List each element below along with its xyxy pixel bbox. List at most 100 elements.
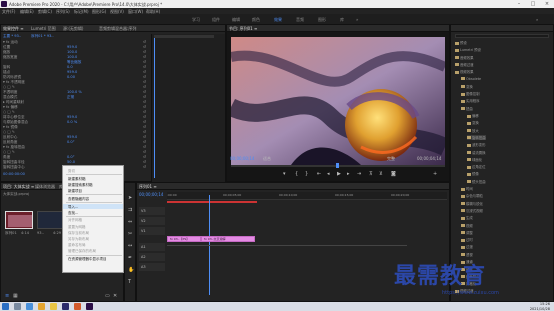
effects-tree-item[interactable]: 镜头扭曲 (467, 179, 486, 184)
effects-tree-item[interactable]: 图像控制 (461, 91, 480, 96)
effects-tree-item[interactable]: 变换 (461, 84, 473, 89)
go-to-in-icon[interactable]: ⇤ (317, 171, 321, 177)
minimize-button[interactable]: – (512, 0, 526, 8)
clock-time[interactable]: 15:26 (520, 302, 550, 306)
start-icon[interactable] (2, 303, 9, 310)
hand-tool-icon[interactable]: ✋ (128, 267, 134, 273)
effect-param-value[interactable]: 0.0° (67, 140, 75, 145)
add-marker-icon[interactable]: ▾ (283, 171, 286, 177)
program-timecode[interactable]: 00;00;00;14 (230, 156, 254, 161)
track-header[interactable]: A2 (139, 253, 165, 261)
close-button[interactable]: × (540, 0, 554, 8)
timeline-clip[interactable]: fx 93..交叉溶解 (201, 236, 255, 242)
effects-tree-item[interactable]: 波形变形 (467, 142, 486, 147)
context-menu-item[interactable]: 导入... (68, 205, 78, 210)
context-menu-item[interactable]: 另存为新布局 (68, 237, 89, 242)
context-menu-item[interactable]: 新建搜索素材箱 (68, 183, 93, 188)
maximize-button[interactable]: □ (526, 0, 540, 8)
pen-tool-icon[interactable]: ✒ (128, 255, 132, 261)
context-menu-item[interactable]: 新建素材箱 (68, 177, 86, 182)
effects-tree-item[interactable]: 视频效果 (455, 69, 474, 74)
workspace-audio[interactable]: 音频 (296, 17, 304, 23)
button-editor-icon[interactable]: + (433, 171, 437, 177)
mark-in-icon[interactable]: { (295, 171, 298, 177)
tab-source[interactable]: 源:(无剪辑) (63, 26, 83, 32)
workspace-color[interactable]: 颜色 (252, 17, 260, 23)
program-scrubber[interactable] (231, 163, 445, 168)
effects-tree-item[interactable]: 杂色与颗粒 (461, 193, 483, 198)
clip-thumbnail-sequence[interactable] (5, 211, 33, 229)
chrome-icon[interactable] (38, 303, 45, 310)
effects-tree-item[interactable]: 球面化 (467, 157, 482, 162)
go-to-out-icon[interactable]: ⇥ (357, 171, 361, 177)
search-icon[interactable] (14, 303, 21, 310)
search-icon[interactable]: ⌕ (536, 17, 538, 22)
effects-tree-item[interactable]: 边角定位 (467, 164, 486, 169)
track-header[interactable]: V1 (139, 227, 165, 235)
effects-tree-item[interactable]: 放大 (467, 128, 479, 133)
lift-icon[interactable]: ⊼ (369, 171, 373, 177)
effects-tree-item[interactable]: 湍流置换 (467, 150, 486, 155)
type-tool-icon[interactable]: T (128, 279, 131, 285)
effect-param-value[interactable]: 正常 (67, 95, 74, 100)
slip-tool-icon[interactable]: ↔ (128, 243, 132, 249)
effects-tree-item[interactable]: Lumetri 预设 (455, 47, 481, 52)
workspace-more-button[interactable]: » (356, 17, 358, 22)
mark-out-icon[interactable]: } (305, 171, 308, 177)
effect-controls-timecode[interactable]: 00:00:00:00 (3, 172, 25, 177)
tab-effect-controls[interactable]: 效果控件 ≡ (3, 26, 24, 32)
effects-tree-item[interactable]: 实用程序 (461, 98, 480, 103)
effects-tree-item[interactable]: 偏移 (467, 113, 479, 118)
tab-media-browser[interactable]: 媒体浏览器 (35, 184, 55, 190)
work-area-bar[interactable] (167, 201, 257, 203)
workspace-graphics[interactable]: 图形 (318, 17, 326, 23)
effects-tree-item[interactable]: 调整 (461, 230, 473, 235)
track-header[interactable]: A3 (139, 263, 165, 271)
effects-tree-item[interactable]: 时间 (461, 186, 473, 191)
keyframe-area[interactable] (151, 34, 225, 182)
reset-parameter-icon[interactable]: ↺ (143, 165, 146, 170)
workspace-editing[interactable]: 编辑 (232, 17, 240, 23)
timeline-clip[interactable]: fx 93..【PS】 (167, 236, 201, 242)
play-icon[interactable]: ▶ (337, 171, 341, 177)
quality-dropdown[interactable]: 完整 (387, 156, 395, 162)
video-frame[interactable] (231, 37, 445, 165)
effects-tree-item[interactable]: 旋转扭曲 (467, 134, 486, 140)
effects-tree-item[interactable]: Obsolete (461, 77, 481, 81)
fit-dropdown[interactable]: 适合 (263, 156, 271, 162)
effect-param-label[interactable]: 缩放宽度 (3, 55, 17, 60)
workspace-learn[interactable]: 学习 (192, 17, 200, 23)
razor-tool-icon[interactable]: ✂ (128, 231, 132, 237)
effects-tree-item[interactable]: 镜像 (467, 171, 479, 176)
effects-tree-item[interactable]: 预设 (455, 40, 467, 45)
ripple-edit-tool-icon[interactable]: ⇔ (128, 219, 132, 225)
track-header[interactable]: A1 (139, 243, 165, 251)
effects-tree-item[interactable]: 透视 (461, 252, 473, 257)
track-header[interactable]: V3 (139, 207, 165, 215)
effects-tree-item[interactable]: 过渡 (461, 244, 473, 249)
app-icon[interactable] (74, 303, 81, 310)
premiere-taskbar-icon[interactable] (86, 303, 93, 310)
step-back-icon[interactable]: ◂ (327, 171, 330, 177)
effects-tree-item[interactable]: 音频过渡 (455, 62, 474, 67)
effects-tree-item[interactable]: 扭曲 (461, 106, 473, 111)
effects-tree-item[interactable]: 视频 (461, 223, 473, 228)
effects-tree-item[interactable]: 沉浸式视频 (461, 208, 483, 213)
track-header[interactable]: V2 (139, 217, 165, 225)
effect-param-label[interactable]: 旋转扭曲中心 (3, 165, 25, 170)
effects-tree-item[interactable]: 音频效果 (455, 55, 474, 60)
task-view-icon[interactable] (26, 303, 33, 310)
tab-project[interactable]: 项目: 大体实战 ≡ (3, 184, 34, 190)
context-menu-item[interactable]: 在资源管理器中显示项目 (68, 257, 107, 262)
effects-search-input[interactable] (455, 34, 549, 38)
file-explorer-icon[interactable] (50, 303, 57, 310)
context-menu-item[interactable]: 保存当前布局 (68, 231, 89, 236)
effect-param-value[interactable]: 0.0 % (67, 120, 77, 125)
icon-view-icon[interactable]: ▦ (13, 293, 18, 299)
workspace-effects[interactable]: 效果 (274, 17, 282, 23)
clock-date[interactable]: 2021/10/28 (520, 307, 550, 311)
timeline-timecode[interactable]: 00;00;00;14 (139, 192, 163, 197)
tab-program[interactable]: 节目: 序列01 ≡ (229, 26, 257, 32)
clip-thumbnail-image[interactable] (37, 211, 65, 229)
playhead-line[interactable] (154, 38, 155, 178)
